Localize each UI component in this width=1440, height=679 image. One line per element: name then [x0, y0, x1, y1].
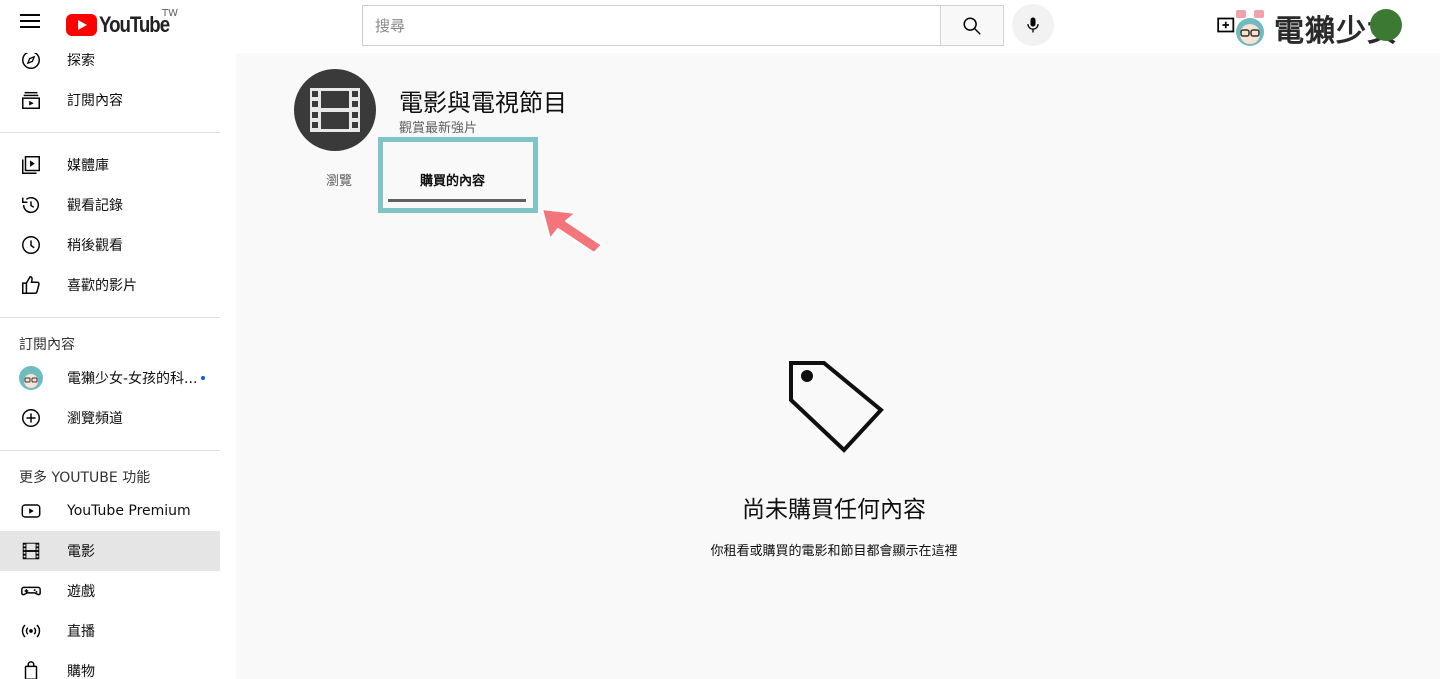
sidebar-item-label: 瀏覽頻道 [67, 411, 123, 427]
film-icon [310, 88, 360, 132]
sidebar-item-label: YouTube Premium [67, 503, 191, 519]
subscriptions-section-title: 訂閱內容 [19, 337, 75, 353]
youtube-play-icon [66, 14, 97, 36]
search-button[interactable] [940, 5, 1004, 46]
search-icon [963, 16, 981, 35]
watermark-mascot-icon [1236, 10, 1264, 46]
sidebar-item-youtube-premium[interactable]: YouTube Premium [0, 491, 220, 531]
sidebar-item-label: 電影 [67, 544, 95, 560]
sidebar-item-history[interactable]: 觀看記錄 [0, 185, 220, 225]
clock-icon [22, 236, 40, 254]
sidebar-item-library[interactable]: 媒體庫 [0, 145, 220, 185]
sidebar-item-label: 媒體庫 [67, 158, 109, 174]
sidebar-item-label: 觀看記錄 [67, 198, 123, 214]
channel-avatar [294, 69, 376, 151]
sidebar-item-label: 喜歡的影片 [67, 278, 137, 294]
search-box [362, 5, 942, 46]
youtube-icon [21, 504, 41, 518]
sidebar-item-label: 電獺少女-女孩的科... [67, 371, 198, 387]
sidebar-item-explore[interactable]: 探索 [0, 53, 220, 80]
main-content: 電影與電視節目 觀賞最新強片 瀏覽 購買的內容 尚未購買任何內容 你租看或購買的… [236, 53, 1440, 679]
sidebar-item-browse-channels[interactable]: 瀏覽頻道 [0, 398, 220, 438]
page-title: 電影與電視節目 [399, 89, 567, 117]
sidebar-divider [0, 450, 220, 451]
empty-state-subtitle: 你租看或購買的電影和節目都會顯示在這裡 [710, 544, 958, 559]
history-icon [22, 196, 39, 214]
account-avatar[interactable] [1370, 9, 1402, 41]
sidebar: 探索 訂閱內容 媒體庫 觀看記錄 稍後觀看 喜歡的影片 訂閱內容 電獺少女-女孩… [0, 53, 236, 679]
sidebar-item-gaming[interactable]: 遊戲 [0, 571, 220, 611]
shopping-icon [24, 661, 38, 679]
sidebar-item-live[interactable]: 直播 [0, 611, 220, 651]
sidebar-item-label: 遊戲 [67, 584, 95, 600]
pointer-arrow-icon [541, 208, 603, 254]
sidebar-item-label: 稍後觀看 [67, 238, 123, 254]
menu-icon[interactable] [16, 10, 44, 38]
sidebar-item-watch-later[interactable]: 稍後觀看 [0, 225, 220, 265]
tag-icon [789, 361, 884, 453]
page-subtitle: 觀賞最新強片 [399, 121, 478, 136]
region-label: TW [162, 8, 178, 19]
sidebar-item-label: 探索 [67, 53, 95, 69]
sidebar-item-movies[interactable]: 電影 [0, 531, 220, 571]
voice-search-button[interactable] [1012, 4, 1054, 46]
sidebar-divider [0, 132, 220, 133]
sidebar-item-shopping[interactable]: 購物 [0, 651, 220, 679]
add-circle-icon [22, 409, 40, 427]
compass-icon [22, 53, 40, 69]
sidebar-divider [0, 317, 220, 318]
gamepad-icon [21, 586, 41, 596]
sidebar-item-channel[interactable]: 電獺少女-女孩的科... [0, 358, 220, 398]
sidebar-item-liked-videos[interactable]: 喜歡的影片 [0, 265, 220, 305]
tab-browse[interactable]: 瀏覽 [326, 170, 352, 189]
live-icon [21, 624, 41, 638]
mascot-icon [24, 374, 38, 388]
new-content-dot [201, 376, 205, 380]
channel-avatar [19, 366, 43, 390]
top-header: YouTube TW 電獺少女 [0, 0, 1440, 53]
more-section-title: 更多 YOUTUBE 功能 [19, 470, 151, 486]
empty-state-title: 尚未購買任何內容 [742, 497, 926, 523]
search-input[interactable] [363, 6, 942, 45]
sidebar-item-label: 購物 [67, 664, 95, 679]
thumbs-up-icon [22, 276, 40, 294]
subscriptions-icon [22, 91, 40, 109]
logo-text: YouTube [99, 12, 170, 37]
sidebar-item-label: 訂閱內容 [67, 93, 123, 109]
sidebar-item-subscriptions[interactable]: 訂閱內容 [0, 80, 220, 120]
highlight-box [378, 137, 538, 213]
library-icon [22, 156, 40, 174]
sidebar-item-label: 直播 [67, 624, 95, 640]
film-icon [22, 542, 40, 560]
microphone-icon [1027, 17, 1039, 33]
